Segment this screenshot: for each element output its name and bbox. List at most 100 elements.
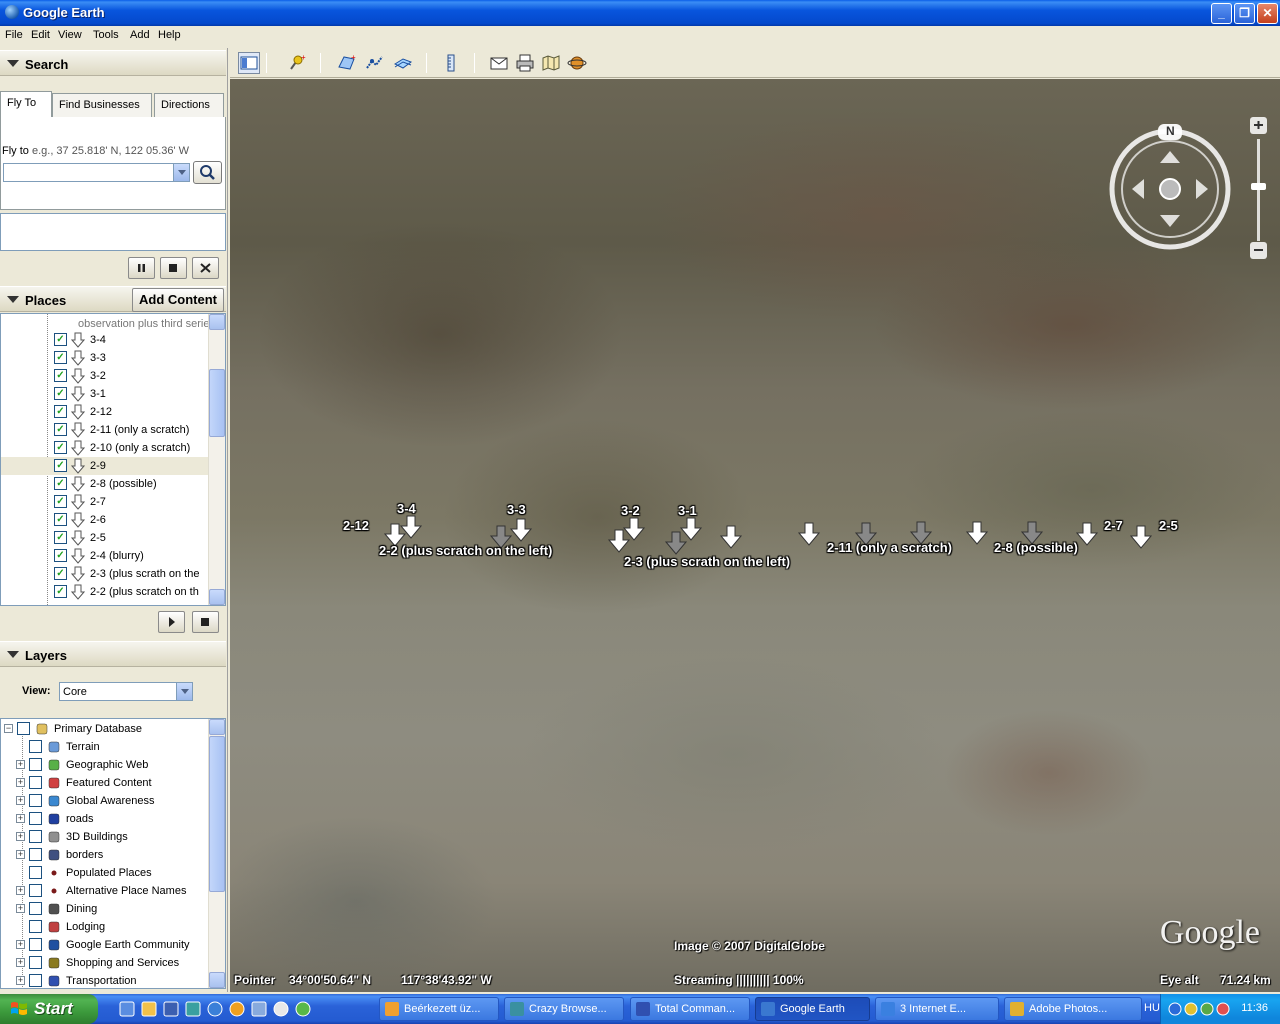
place-checkbox[interactable]: ✓ [54,567,67,580]
expand-toggle-icon[interactable]: + [16,832,25,841]
expand-toggle-icon[interactable]: + [16,958,25,967]
map-view[interactable]: N 3-4 2-12 3-3 3-2 3-1 2-7 2-5 2-2 (plus… [230,79,1280,992]
image-overlay-button[interactable] [392,52,414,74]
add-content-button[interactable]: Add Content [132,288,224,312]
place-checkbox[interactable]: ✓ [54,387,67,400]
fly-to-input[interactable] [3,163,190,182]
tab-directions[interactable]: Directions [154,93,224,117]
close-button[interactable]: ✕ [1257,3,1278,24]
placemark-marker[interactable] [798,521,820,547]
layer-checkbox[interactable] [29,902,42,915]
list-item[interactable]: ✓ 3-2 [1,367,209,385]
layer-checkbox[interactable] [29,920,42,933]
sky-button[interactable] [566,52,588,74]
place-checkbox[interactable]: ✓ [54,585,67,598]
view-select[interactable]: Core [59,682,193,701]
layer-item[interactable]: + Shopping and Services [1,954,209,972]
menu-view[interactable]: View [58,29,82,41]
stop-tour-button[interactable] [160,257,187,279]
print-button[interactable] [514,52,536,74]
pause-tour-button[interactable] [128,257,155,279]
place-checkbox[interactable]: ✓ [54,423,67,436]
placemark-marker[interactable] [720,524,742,550]
placemark-marker[interactable] [1130,524,1152,550]
layer-item[interactable]: Terrain [1,738,209,756]
expand-toggle-icon[interactable]: − [4,724,13,733]
placemark-marker[interactable] [1076,521,1098,547]
layer-item[interactable]: + Alternative Place Names [1,882,209,900]
list-item[interactable]: ✓ 2-4 (blurry) [1,547,209,565]
map-label-3-2[interactable]: 3-2 [621,503,640,518]
map-label-3-3[interactable]: 3-3 [507,502,526,517]
search-header[interactable]: Search [0,50,226,76]
menu-file[interactable]: File [5,29,23,41]
expand-toggle-icon[interactable]: + [16,814,25,823]
list-item[interactable]: ✓ 2-6 [1,511,209,529]
places-scrollbar[interactable] [208,314,225,605]
layer-checkbox[interactable] [29,884,42,897]
map-label-2-2[interactable]: 2-2 (plus scratch on the left) [379,543,552,558]
layer-item[interactable]: Populated Places [1,864,209,882]
dropdown-arrow-icon[interactable] [173,164,189,181]
list-item[interactable]: ✓ 2-3 (plus scrath on the [1,565,209,583]
layer-item[interactable]: + Dining [1,900,209,918]
dropdown-arrow-icon[interactable] [176,683,192,700]
maximize-button[interactable]: ❐ [1234,3,1255,24]
place-checkbox[interactable]: ✓ [54,441,67,454]
polygon-tool-button[interactable]: + [336,52,358,74]
layer-checkbox[interactable] [29,848,42,861]
clear-search-button[interactable] [192,257,219,279]
layer-checkbox[interactable] [29,740,42,753]
map-label-2-8[interactable]: 2-8 (possible) [994,540,1078,555]
scroll-thumb[interactable] [209,736,225,892]
layer-checkbox[interactable] [29,974,42,987]
menu-help[interactable]: Help [158,29,181,41]
list-item[interactable]: ✓ 2-2 (plus scratch on th [1,583,209,601]
placemark-tool-button[interactable]: + [286,52,308,74]
expand-toggle-icon[interactable]: + [16,886,25,895]
place-checkbox[interactable]: ✓ [54,477,67,490]
layer-checkbox[interactable] [17,722,30,735]
list-item[interactable]: ✓ 3-4 [1,331,209,349]
scroll-thumb[interactable] [209,369,225,437]
placemark-marker[interactable] [510,517,532,543]
play-tour-button[interactable] [158,611,185,633]
quick-launch-bar[interactable] [118,1001,358,1017]
email-button[interactable] [488,52,510,74]
list-item[interactable]: ✓ 2-8 (possible) [1,475,209,493]
list-item[interactable]: ✓ 3-3 [1,349,209,367]
list-item[interactable]: ✓ 2-10 (only a scratch) [1,439,209,457]
expand-toggle-icon[interactable]: + [16,940,25,949]
search-button[interactable] [193,161,222,184]
taskbar-item[interactable]: Google Earth [755,997,870,1021]
placemark-marker[interactable] [623,516,645,542]
map-label-2-11[interactable]: 2-11 (only a scratch) [827,540,952,555]
navigation-compass[interactable] [1108,123,1234,255]
list-item[interactable]: ✓ 2-7 [1,493,209,511]
layer-checkbox[interactable] [29,758,42,771]
list-item[interactable]: ✓ 2-12 [1,403,209,421]
layer-item[interactable]: + Transportation [1,972,209,988]
layer-item[interactable]: + Geographic Web [1,756,209,774]
expand-toggle-icon[interactable]: + [16,796,25,805]
stop-tour-button-2[interactable] [192,611,219,633]
expand-toggle-icon[interactable]: + [16,904,25,913]
list-item[interactable]: ✓ 2-11 (only a scratch) [1,421,209,439]
google-maps-button[interactable] [540,52,562,74]
scroll-up-button[interactable] [209,314,225,330]
taskbar-item[interactable]: Adobe Photos... [1004,997,1142,1021]
place-checkbox[interactable]: ✓ [54,549,67,562]
layers-header[interactable]: Layers [0,641,226,667]
layer-item[interactable]: Lodging [1,918,209,936]
place-checkbox[interactable]: ✓ [54,405,67,418]
place-checkbox[interactable]: ✓ [54,351,67,364]
placemark-marker[interactable] [966,520,988,546]
layer-checkbox[interactable] [29,956,42,969]
layer-item[interactable]: + Featured Content [1,774,209,792]
start-button[interactable]: Start [0,994,98,1024]
layer-item[interactable]: − Primary Database [1,720,209,738]
place-checkbox[interactable]: ✓ [54,513,67,526]
taskbar-item[interactable]: Crazy Browse... [504,997,624,1021]
list-item[interactable]: ✓ 2-5 [1,529,209,547]
tray-icons[interactable] [1167,1001,1237,1017]
